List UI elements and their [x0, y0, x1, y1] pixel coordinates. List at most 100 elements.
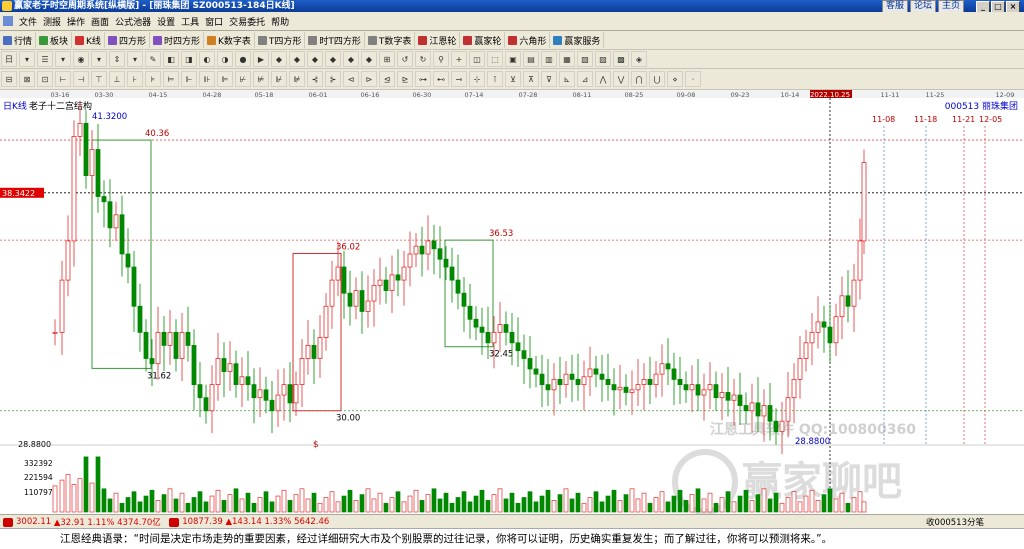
toolbar2-tool-icon-11[interactable]: ◐ — [199, 51, 215, 67]
toolbar3-tool-icon-35[interactable]: ⋂ — [631, 71, 647, 87]
toolbar-btn-4[interactable]: 时四方形 — [150, 32, 204, 48]
toolbar3-tool-icon-3[interactable]: ⊢ — [55, 71, 71, 87]
toolbar3-tool-icon-8[interactable]: ⊧ — [145, 71, 161, 87]
toolbar3-tool-icon-12[interactable]: ⊫ — [217, 71, 233, 87]
toolbar3-tool-icon-38[interactable]: ⋅ — [685, 71, 701, 87]
toolbar3-tool-icon-30[interactable]: ⊽ — [541, 71, 557, 87]
toolbar3-tool-icon-14[interactable]: ⊭ — [253, 71, 269, 87]
toolbar2-tool-icon-21[interactable]: ⊞ — [379, 51, 395, 67]
toolbar-btn-8[interactable]: T数字表 — [365, 32, 416, 48]
toolbar3-tool-icon-31[interactable]: ⊾ — [559, 71, 575, 87]
toolbar2-tool-icon-34[interactable]: ▩ — [613, 51, 629, 67]
toolbar-btn-11[interactable]: 六角形 — [505, 32, 551, 48]
toolbar2-tool-icon-32[interactable]: ▧ — [577, 51, 593, 67]
toolbar2-tool-icon-22[interactable]: ↺ — [397, 51, 413, 67]
toolbar2-tool-icon-28[interactable]: ▣ — [505, 51, 521, 67]
toolbar3-tool-icon-26[interactable]: ⊹ — [469, 71, 485, 87]
toolbar2-tool-icon-10[interactable]: ◨ — [181, 51, 197, 67]
toolbar2-tool-icon-35[interactable]: ◈ — [631, 51, 647, 67]
toolbar2-tool-icon-5[interactable]: ▾ — [91, 51, 107, 67]
toolbar2-tool-icon-29[interactable]: ▤ — [523, 51, 539, 67]
toolbar2-tool-icon-14[interactable]: ▶ — [253, 51, 269, 67]
toolbar3-tool-icon-13[interactable]: ⊬ — [235, 71, 251, 87]
toolbar3-tool-icon-10[interactable]: ⊩ — [181, 71, 197, 87]
toolbar2-tool-icon-2[interactable]: ☰ — [37, 51, 53, 67]
toolbar-btn-5[interactable]: K数字表 — [204, 32, 255, 48]
menu-operate[interactable]: 操作 — [64, 15, 88, 28]
toolbar3-tool-icon-33[interactable]: ⋀ — [595, 71, 611, 87]
toolbar2-tool-icon-33[interactable]: ▨ — [595, 51, 611, 67]
toolbar-btn-10[interactable]: 赢家轮 — [460, 32, 506, 48]
toolbar3-tool-icon-1[interactable]: ⊠ — [19, 71, 35, 87]
toolbar2-tool-icon-23[interactable]: ↻ — [415, 51, 431, 67]
menu-tools[interactable]: 工具 — [178, 15, 202, 28]
toolbar3-tool-icon-27[interactable]: ⊺ — [487, 71, 503, 87]
toolbar-btn-1[interactable]: 板块 — [36, 32, 73, 48]
toolbar3-tool-icon-7[interactable]: ⊦ — [127, 71, 143, 87]
toolbar3-tool-icon-9[interactable]: ⊨ — [163, 71, 179, 87]
toolbar2-tool-icon-6[interactable]: ⇕ — [109, 51, 125, 67]
toolbar3-tool-icon-5[interactable]: ⊤ — [91, 71, 107, 87]
menu-test[interactable]: 测报 — [40, 15, 64, 28]
menu-window[interactable]: 窗口 — [202, 15, 226, 28]
toolbar3-tool-icon-36[interactable]: ⋃ — [649, 71, 665, 87]
toolbar3-tool-icon-16[interactable]: ⊯ — [289, 71, 305, 87]
toolbar-btn-3[interactable]: 四方形 — [105, 32, 150, 48]
toolbar3-tool-icon-2[interactable]: ⊡ — [37, 71, 53, 87]
toolbar3-tool-icon-37[interactable]: ⋄ — [667, 71, 683, 87]
toolbar2-tool-icon-30[interactable]: ▥ — [541, 51, 557, 67]
toolbar2-tool-icon-25[interactable]: + — [451, 51, 467, 67]
toolbar3-tool-icon-29[interactable]: ⊼ — [523, 71, 539, 87]
toolbar2-tool-icon-19[interactable]: ◆ — [343, 51, 359, 67]
toolbar2-tool-icon-27[interactable]: ⬚ — [487, 51, 503, 67]
toolbar3-tool-icon-28[interactable]: ⊻ — [505, 71, 521, 87]
toolbar2-tool-icon-13[interactable]: ● — [235, 51, 251, 67]
toolbar2-tool-icon-8[interactable]: ✎ — [145, 51, 161, 67]
toolbar-btn-7[interactable]: 时T四方形 — [305, 32, 365, 48]
toolbar2-tool-icon-7[interactable]: ▾ — [127, 51, 143, 67]
toolbar3-tool-icon-17[interactable]: ⊰ — [307, 71, 323, 87]
menu-help[interactable]: 帮助 — [268, 15, 292, 28]
menu-settings[interactable]: 设置 — [154, 15, 178, 28]
toolbar-btn-0[interactable]: 行情 — [0, 32, 37, 48]
kline-chart[interactable]: 03-16 03-30 04-15 04-28 05-18 06-01 06-16 06-30… — [0, 90, 1024, 514]
toolbar3-tool-icon-34[interactable]: ⋁ — [613, 71, 629, 87]
watermark-text: 江恩工具软件 QQ:100800360 — [710, 421, 916, 438]
toolbar2-tool-icon-20[interactable]: ◆ — [361, 51, 377, 67]
menu-trade[interactable]: 交易委托 — [226, 15, 268, 28]
toolbar3-tool-icon-21[interactable]: ⊴ — [379, 71, 395, 87]
toolbar3-tool-icon-32[interactable]: ⊿ — [577, 71, 593, 87]
toolbar3-tool-icon-23[interactable]: ⊶ — [415, 71, 431, 87]
toolbar2-tool-icon-3[interactable]: ▾ — [55, 51, 71, 67]
toolbar3-tool-icon-24[interactable]: ⊷ — [433, 71, 449, 87]
toolbar-btn-12[interactable]: 赢家服务 — [550, 32, 605, 48]
menu-file[interactable]: 文件 — [16, 15, 40, 28]
toolbar2-tool-icon-12[interactable]: ◑ — [217, 51, 233, 67]
toolbar3-tool-icon-18[interactable]: ⊱ — [325, 71, 341, 87]
toolbar3-tool-icon-19[interactable]: ⊲ — [343, 71, 359, 87]
toolbar3-tool-icon-4[interactable]: ⊣ — [73, 71, 89, 87]
toolbar3-tool-icon-0[interactable]: ⊟ — [1, 71, 17, 87]
toolbar2-tool-icon-18[interactable]: ◆ — [325, 51, 341, 67]
toolbar2-tool-icon-26[interactable]: ◫ — [469, 51, 485, 67]
toolbar-btn-9[interactable]: 江恩轮 — [415, 32, 461, 48]
menu-view[interactable]: 画面 — [88, 15, 112, 28]
toolbar3-tool-icon-11[interactable]: ⊪ — [199, 71, 215, 87]
toolbar2-tool-icon-1[interactable]: ▾ — [19, 51, 35, 67]
toolbar2-tool-icon-16[interactable]: ◆ — [289, 51, 305, 67]
toolbar2-tool-icon-9[interactable]: ◧ — [163, 51, 179, 67]
toolbar3-tool-icon-22[interactable]: ⊵ — [397, 71, 413, 87]
toolbar2-tool-icon-24[interactable]: ⚲ — [433, 51, 449, 67]
toolbar-btn-6[interactable]: T四方形 — [255, 32, 306, 48]
toolbar2-tool-icon-0[interactable]: 日 — [1, 51, 17, 67]
toolbar-btn-2[interactable]: K线 — [72, 32, 105, 48]
toolbar2-tool-icon-4[interactable]: ◉ — [73, 51, 89, 67]
toolbar3-tool-icon-20[interactable]: ⊳ — [361, 71, 377, 87]
toolbar2-tool-icon-31[interactable]: ▦ — [559, 51, 575, 67]
toolbar3-tool-icon-25[interactable]: ⊸ — [451, 71, 467, 87]
menu-formula[interactable]: 公式池器 — [112, 15, 154, 28]
toolbar2-tool-icon-17[interactable]: ◆ — [307, 51, 323, 67]
toolbar3-tool-icon-6[interactable]: ⊥ — [109, 71, 125, 87]
toolbar3-tool-icon-15[interactable]: ⊮ — [271, 71, 287, 87]
toolbar2-tool-icon-15[interactable]: ◆ — [271, 51, 287, 67]
